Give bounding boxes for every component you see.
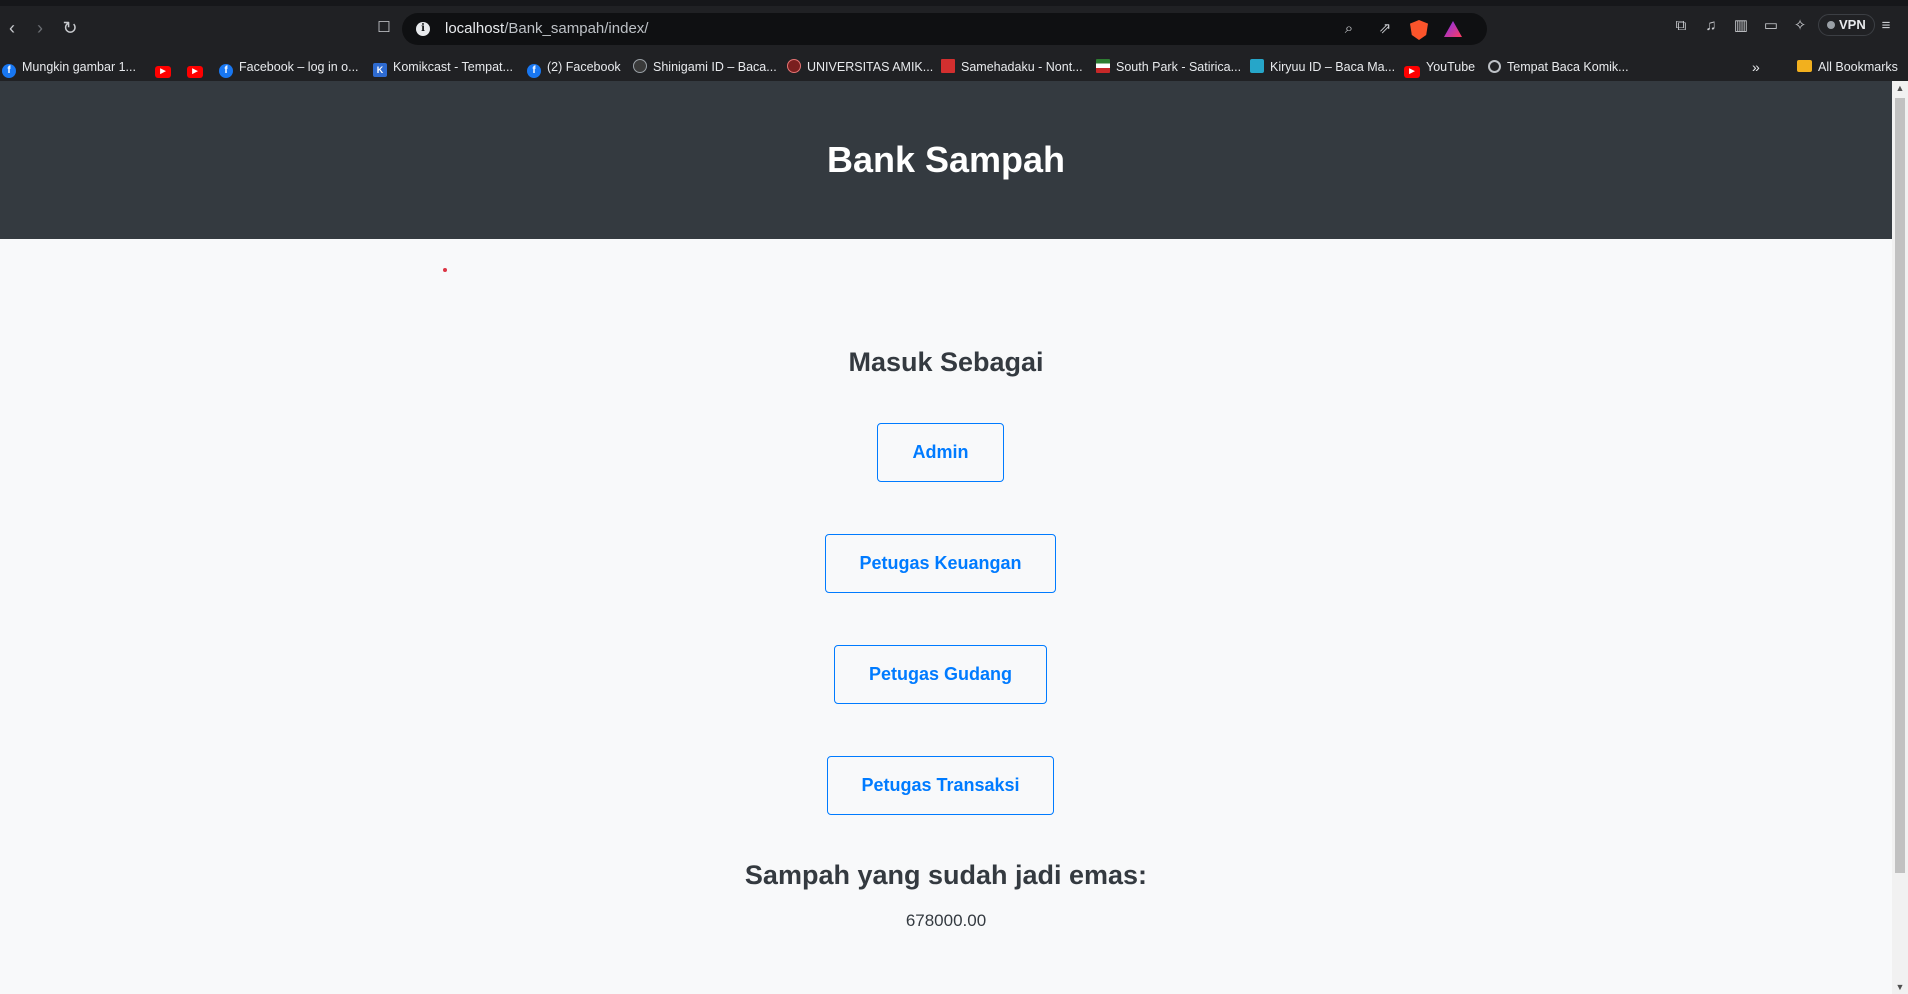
site-info-icon[interactable]: i xyxy=(416,22,430,36)
wallet-icon[interactable]: ▭ xyxy=(1761,16,1781,36)
extensions-icon[interactable]: ⧉ xyxy=(1671,16,1691,36)
bookmark-item[interactable]: f Mungkin gambar 1... xyxy=(2,58,136,78)
southpark-icon xyxy=(1096,59,1110,73)
share-icon[interactable]: ⇗ xyxy=(1375,19,1395,39)
komikcast-icon: K xyxy=(373,63,387,77)
bookmark-item[interactable]: Samehadaku - Nont... xyxy=(941,58,1083,76)
site-header: Bank Sampah xyxy=(0,81,1892,239)
gold-heading: Sampah yang sudah jadi emas: xyxy=(744,860,1148,890)
bookmark-page-icon[interactable]: ☐ xyxy=(372,16,396,40)
petugas-keuangan-button[interactable]: Petugas Keuangan xyxy=(825,534,1056,593)
bookmark-item[interactable]: ▶ xyxy=(155,58,177,78)
site-title: Bank Sampah xyxy=(826,139,1066,180)
vpn-status-icon xyxy=(1827,21,1835,29)
back-icon[interactable]: ‹ xyxy=(0,16,24,40)
bookmark-item[interactable]: South Park - Satirica... xyxy=(1096,58,1241,76)
facebook-icon: f xyxy=(2,64,16,78)
bookmark-item[interactable]: f (2) Facebook xyxy=(527,58,621,78)
all-bookmarks-folder[interactable]: All Bookmarks xyxy=(1797,58,1898,76)
gold-amount: 678000.00 xyxy=(905,911,987,930)
bookmark-item[interactable]: K Komikcast - Tempat... xyxy=(373,58,513,77)
globe-icon xyxy=(1488,60,1501,73)
zoom-icon[interactable]: ⌕ xyxy=(1339,19,1359,39)
kiryuu-icon xyxy=(1250,59,1264,73)
leo-ai-icon[interactable]: ✧ xyxy=(1790,16,1810,36)
scroll-down-icon[interactable]: ▼ xyxy=(1892,980,1908,994)
samehadaku-icon xyxy=(941,59,955,73)
bookmark-item[interactable]: UNIVERSITAS AMIK... xyxy=(787,58,933,76)
more-bookmarks-icon[interactable]: » xyxy=(1752,58,1760,76)
facebook-icon: f xyxy=(527,64,541,78)
bookmark-item[interactable]: Kiryuu ID – Baca Ma... xyxy=(1250,58,1395,76)
bookmarks-bar: f Mungkin gambar 1... ▶ ▶ f Facebook – log… xyxy=(0,52,1908,81)
scrollbar-thumb[interactable] xyxy=(1895,98,1905,873)
url-text[interactable]: localhost/Bank_sampah/index/ xyxy=(445,20,648,37)
university-icon xyxy=(787,59,801,73)
bookmark-item[interactable]: Shinigami ID – Baca... xyxy=(633,58,777,76)
brave-shields-icon[interactable] xyxy=(1410,20,1428,40)
bookmark-item[interactable]: ▶ xyxy=(187,58,209,78)
facebook-icon: f xyxy=(219,64,233,78)
petugas-transaksi-button[interactable]: Petugas Transaksi xyxy=(827,756,1054,815)
bookmark-item[interactable]: f Facebook – log in o... xyxy=(219,58,359,78)
page-scrollbar[interactable]: ▲ ▼ xyxy=(1892,81,1908,994)
address-bar[interactable]: i localhost/Bank_sampah/index/ ⌕ ⇗ xyxy=(402,13,1487,45)
youtube-icon: ▶ xyxy=(1404,66,1420,78)
brave-rewards-icon[interactable] xyxy=(1444,21,1462,37)
admin-button[interactable]: Admin xyxy=(877,423,1004,482)
petugas-gudang-button[interactable]: Petugas Gudang xyxy=(834,645,1047,704)
forward-icon[interactable]: › xyxy=(28,16,52,40)
media-icon[interactable]: ♫ xyxy=(1701,16,1721,36)
youtube-icon: ▶ xyxy=(155,66,171,78)
vpn-button[interactable]: VPN xyxy=(1818,14,1875,36)
reload-icon[interactable]: ↻ xyxy=(58,16,82,40)
bookmark-item[interactable]: Tempat Baca Komik... xyxy=(1488,58,1629,76)
bookmark-item[interactable]: ▶ YouTube xyxy=(1404,58,1475,78)
youtube-icon: ▶ xyxy=(187,66,203,78)
menu-icon[interactable]: ≡ xyxy=(1876,16,1896,36)
sidebar-icon[interactable]: ▥ xyxy=(1731,16,1751,36)
folder-icon xyxy=(1797,60,1812,72)
scroll-up-icon[interactable]: ▲ xyxy=(1892,81,1908,95)
login-heading: Masuk Sebagai xyxy=(848,347,1044,377)
browser-toolbar: ‹ › ↻ ☐ i localhost/Bank_sampah/index/ ⌕… xyxy=(0,0,1908,52)
web-page: Bank Sampah Masuk Sebagai Admin Petugas … xyxy=(0,81,1892,994)
decorative-dot xyxy=(443,268,447,272)
shinigami-icon xyxy=(633,59,647,73)
